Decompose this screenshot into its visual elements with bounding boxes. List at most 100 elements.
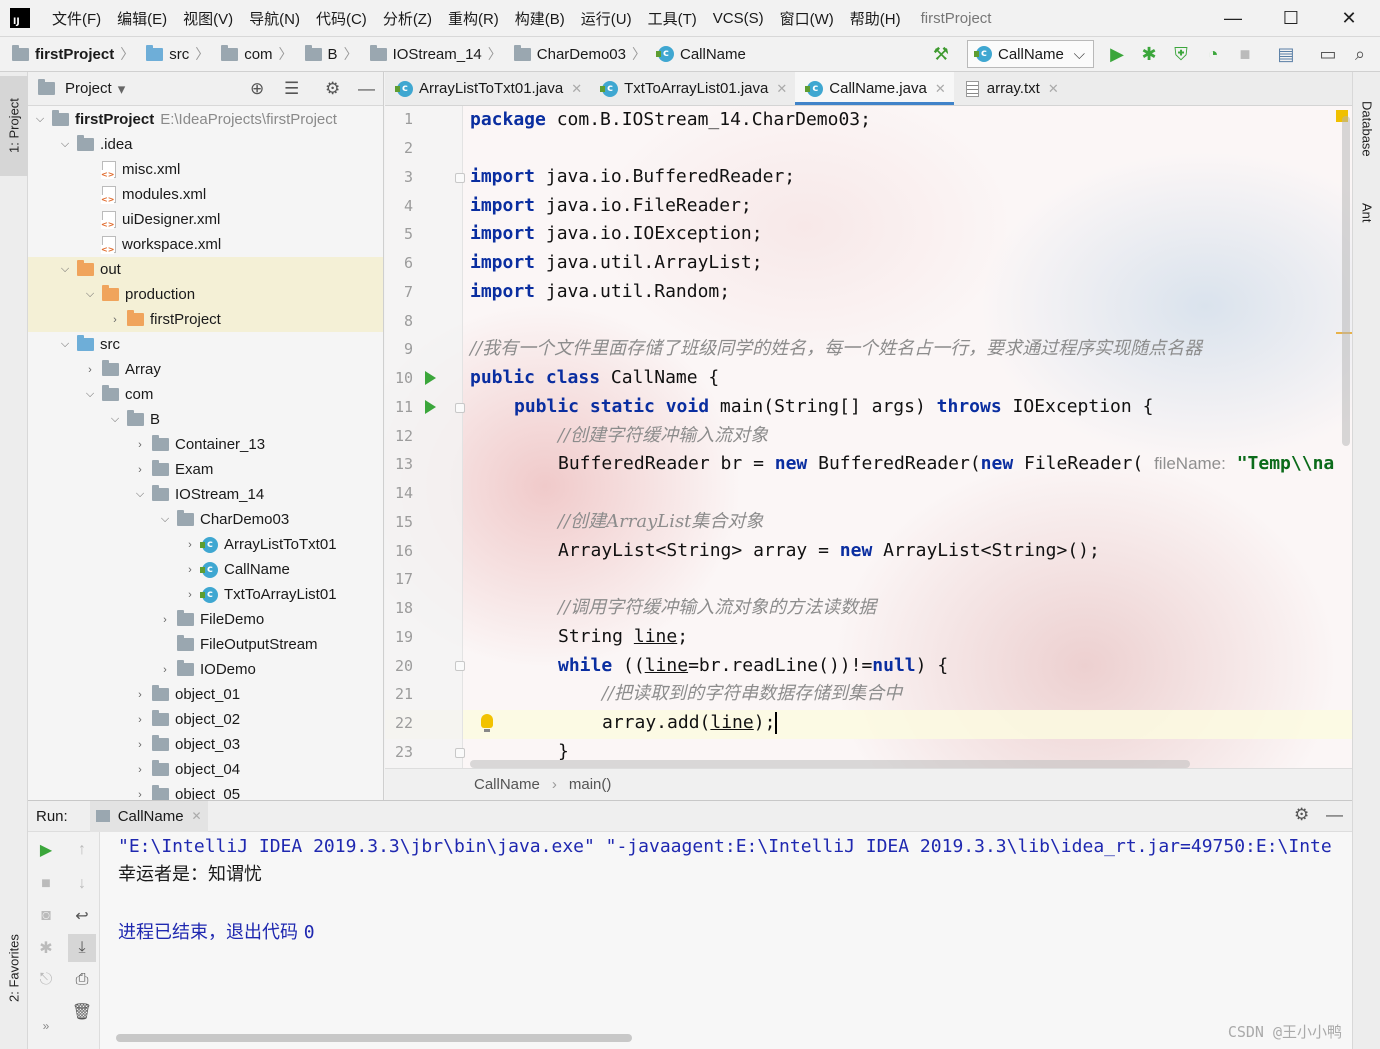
breadcrumb-class[interactable]: CallName	[474, 776, 540, 793]
close-tab-icon[interactable]: ✕	[935, 81, 946, 97]
stop-icon[interactable]: ■	[1232, 42, 1258, 66]
locate-target-icon[interactable]: ⊕	[250, 79, 264, 99]
crumb-chardemo[interactable]: CharDemo03 〉	[502, 44, 646, 64]
project-structure-icon[interactable]: ▤	[1273, 42, 1299, 66]
tree-item-callname[interactable]: › c CallName	[28, 557, 383, 582]
settings-icon[interactable]: ✱	[32, 934, 60, 962]
code-editor[interactable]: 1 2 3 4 5 6 7 8 9 10 11 12 13 14 15 16 1…	[385, 106, 1352, 768]
coverage-icon[interactable]: ⛨	[1168, 42, 1194, 66]
close-tab-icon[interactable]: ✕	[1048, 81, 1059, 97]
tree-item-filedemo[interactable]: › FileDemo	[28, 607, 383, 632]
fold-marker-icon[interactable]	[455, 403, 465, 413]
close-tab-icon[interactable]: ✕	[192, 809, 202, 823]
close-button[interactable]: ✕	[1322, 0, 1376, 36]
run-gutter-icon[interactable]	[425, 371, 436, 385]
maximize-button[interactable]: ☐	[1264, 0, 1318, 36]
gear-icon[interactable]: ⚙	[325, 79, 340, 99]
tree-item-iodemo[interactable]: › IODemo	[28, 657, 383, 682]
crumb-iostream[interactable]: IOStream_14 〉	[358, 44, 502, 64]
menu-run[interactable]: 运行(U)	[573, 8, 640, 29]
menu-navigate[interactable]: 导航(N)	[241, 8, 308, 29]
hide-panel-icon[interactable]: —	[358, 79, 375, 99]
tree-item-uidesigner-xml[interactable]: uiDesigner.xml	[28, 207, 383, 232]
fold-marker-icon[interactable]	[455, 661, 465, 671]
tree-item-array[interactable]: › Array	[28, 357, 383, 382]
project-view-selector[interactable]: Project	[65, 80, 112, 97]
run-gutter-icon[interactable]	[425, 400, 436, 414]
close-tab-icon[interactable]: ✕	[776, 81, 787, 97]
intention-bulb-icon[interactable]	[481, 714, 493, 732]
tree-item-out-firstproject[interactable]: › firstProject	[28, 307, 383, 332]
window-layout-icon[interactable]: ▭	[1315, 42, 1341, 66]
tree-item-b[interactable]: ⌵ B	[28, 407, 383, 432]
trash-icon[interactable]: 🗑	[68, 998, 96, 1026]
menu-build[interactable]: 构建(B)	[507, 8, 573, 29]
tree-item-production[interactable]: ⌵ production	[28, 282, 383, 307]
editor-vertical-scrollbar[interactable]	[1342, 116, 1350, 446]
menu-tools[interactable]: 工具(T)	[640, 8, 705, 29]
project-tool-button[interactable]: 1: Project	[0, 76, 28, 176]
more-icon[interactable]: »	[32, 1012, 60, 1040]
run-configuration-select[interactable]: c CallName ⌵	[967, 40, 1094, 68]
minimize-button[interactable]: —	[1206, 0, 1260, 36]
run-tab-callname[interactable]: CallName ✕	[89, 800, 208, 832]
menu-view[interactable]: 视图(V)	[175, 8, 241, 29]
camera-icon[interactable]: ◙	[32, 902, 60, 930]
menu-window[interactable]: 窗口(W)	[772, 8, 842, 29]
scroll-up-icon[interactable]: ↑	[68, 836, 96, 864]
menu-edit[interactable]: 编辑(E)	[109, 8, 175, 29]
tree-item-object03[interactable]: › object_03	[28, 732, 383, 757]
tree-item-chardemo03[interactable]: ⌵ CharDemo03	[28, 507, 383, 532]
tree-item-workspace-xml[interactable]: workspace.xml	[28, 232, 383, 257]
fold-marker-icon[interactable]	[455, 173, 465, 183]
run-icon[interactable]: ▶	[1104, 42, 1130, 66]
tab-callname[interactable]: c CallName.java ✕	[795, 72, 955, 105]
profile-icon[interactable]: ◔	[1200, 42, 1226, 66]
stop-icon[interactable]: ■	[32, 870, 60, 898]
tab-array-txt[interactable]: array.txt ✕	[954, 72, 1067, 105]
collapse-all-icon[interactable]: ☰	[284, 79, 299, 99]
scroll-to-end-icon[interactable]: ⤓	[68, 934, 96, 962]
tree-item-out[interactable]: ⌵ out	[28, 257, 383, 282]
scroll-down-icon[interactable]: ↓	[68, 870, 96, 898]
crumb-b[interactable]: B 〉	[293, 44, 358, 64]
tab-arraylisttotxt01[interactable]: c ArrayListToTxt01.java ✕	[385, 72, 590, 105]
console-horizontal-scrollbar[interactable]	[116, 1034, 632, 1042]
tree-item-container13[interactable]: › Container_13	[28, 432, 383, 457]
editor-horizontal-scrollbar[interactable]	[470, 760, 1190, 768]
tree-item-object02[interactable]: › object_02	[28, 707, 383, 732]
crumb-com[interactable]: com 〉	[209, 44, 293, 64]
menu-code[interactable]: 代码(C)	[308, 8, 375, 29]
debug-bug-icon[interactable]: ✱	[1136, 42, 1162, 66]
crumb-src[interactable]: src 〉	[134, 44, 209, 64]
close-tab-icon[interactable]: ✕	[571, 81, 582, 97]
print-icon[interactable]: ⎙	[68, 966, 96, 994]
soft-wrap-icon[interactable]: ↩	[68, 902, 96, 930]
search-icon[interactable]: ⌕	[1347, 42, 1373, 66]
tree-item-src[interactable]: ⌵ src	[28, 332, 383, 357]
tree-item-object05[interactable]: › object_05	[28, 782, 383, 800]
tree-item-iostream14[interactable]: ⌵ IOStream_14	[28, 482, 383, 507]
console-output[interactable]: "E:\IntelliJ IDEA 2019.3.3\jbr\bin\java.…	[100, 832, 1352, 1049]
crumb-project[interactable]: firstProject 〉	[0, 44, 134, 64]
ant-tool-button[interactable]: Ant	[1353, 188, 1380, 238]
hide-panel-icon[interactable]: —	[1326, 805, 1343, 825]
database-tool-button[interactable]: Database	[1353, 84, 1380, 174]
tree-item-firstproject[interactable]: ⌵ firstProject E:\IdeaProjects\firstProj…	[28, 107, 383, 132]
crumb-callname[interactable]: c CallName	[646, 46, 746, 63]
tree-item-misc-xml[interactable]: misc.xml	[28, 157, 383, 182]
menu-analyze[interactable]: 分析(Z)	[375, 8, 440, 29]
tree-item-txttoarraylist01[interactable]: › c TxtToArrayList01	[28, 582, 383, 607]
breadcrumb-method[interactable]: main()	[569, 776, 612, 793]
tree-item-com[interactable]: ⌵ com	[28, 382, 383, 407]
menu-help[interactable]: 帮助(H)	[842, 8, 909, 29]
tree-item-fileoutputstream[interactable]: FileOutputStream	[28, 632, 383, 657]
tree-item-object01[interactable]: › object_01	[28, 682, 383, 707]
exit-icon[interactable]: ⎋	[32, 966, 60, 994]
gear-icon[interactable]: ⚙	[1294, 805, 1309, 825]
tree-item-idea[interactable]: ⌵ .idea	[28, 132, 383, 157]
tab-txttoarraylist01[interactable]: c TxtToArrayList01.java ✕	[590, 72, 795, 105]
favorites-tool-button[interactable]: 2: Favorites	[0, 918, 28, 1018]
rerun-icon[interactable]: ▶	[32, 836, 60, 864]
menu-vcs[interactable]: VCS(S)	[705, 10, 772, 27]
